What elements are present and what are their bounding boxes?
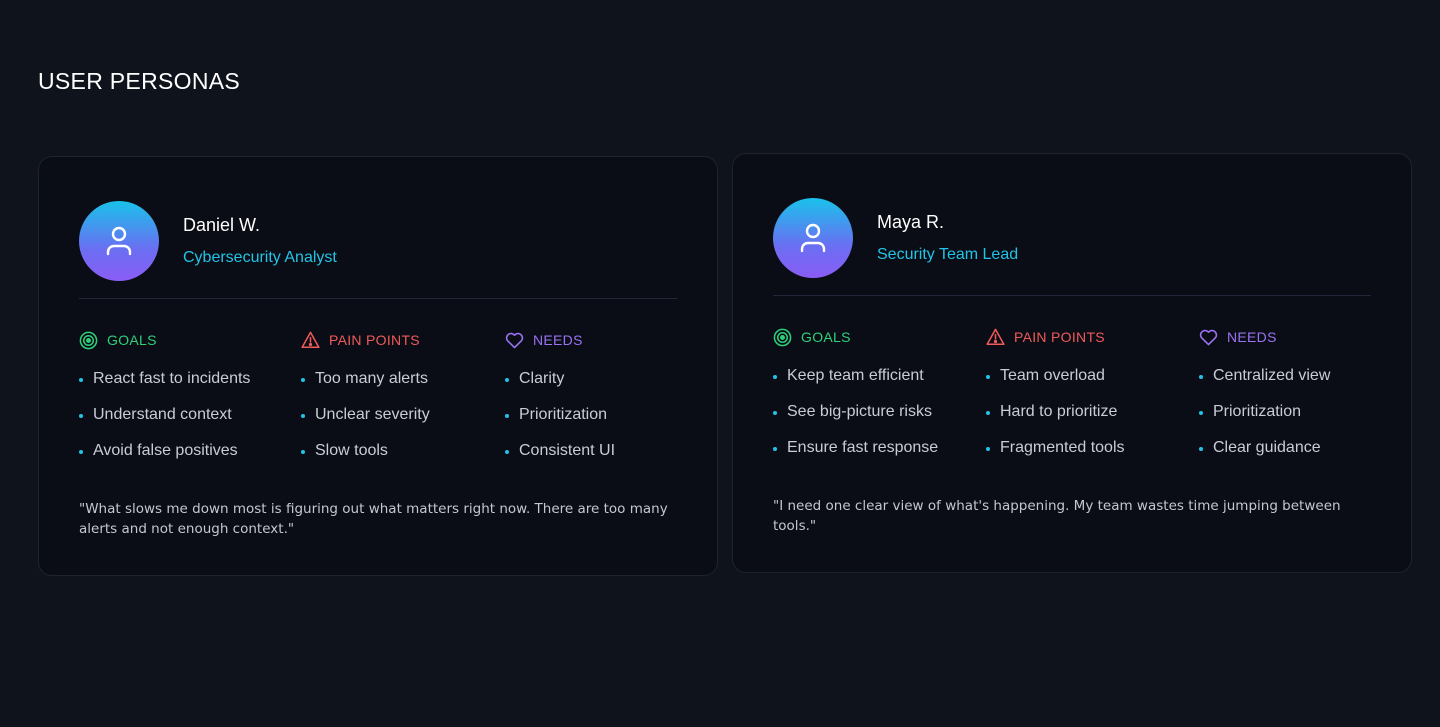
persona-header: Daniel W. Cybersecurity Analyst — [79, 201, 337, 281]
persona-role: Security Team Lead — [877, 246, 1019, 263]
persona-header: Maya R. Security Team Lead — [773, 198, 1018, 278]
user-icon — [106, 226, 132, 256]
pain-points-label: PAIN POINTS — [1014, 329, 1105, 345]
page-title: USER PERSONAS — [38, 68, 241, 94]
heart-icon — [505, 332, 524, 348]
pain-item: Fragmented tools — [986, 439, 1125, 475]
persona-name: Maya R. — [877, 212, 945, 232]
pain-points-label: PAIN POINTS — [329, 332, 420, 348]
persona-quote: "I need one clear view of what's happeni… — [773, 498, 1341, 534]
persona-card-maya: Maya R. Security Team Lead GOALS Keep te… — [732, 153, 1412, 573]
goal-item: Ensure fast response — [773, 439, 938, 475]
goal-item: Avoid false positives — [79, 442, 250, 478]
pain-points-column: PAIN POINTS Too many alerts Unclear seve… — [301, 329, 430, 478]
goal-item: React fast to incidents — [79, 370, 250, 406]
need-item: Clear guidance — [1199, 439, 1330, 475]
user-icon — [800, 223, 826, 253]
avatar — [773, 198, 853, 278]
target-icon — [773, 328, 792, 346]
needs-label: NEEDS — [1227, 329, 1277, 345]
pain-item: Too many alerts — [301, 370, 430, 406]
divider — [79, 298, 677, 299]
need-item: Consistent UI — [505, 442, 615, 478]
need-item: Centralized view — [1199, 367, 1330, 403]
warning-icon — [301, 331, 320, 349]
divider — [773, 295, 1371, 296]
target-icon — [79, 331, 98, 349]
pain-points-column: PAIN POINTS Team overload Hard to priori… — [986, 326, 1125, 475]
pain-item: Hard to prioritize — [986, 403, 1125, 439]
goal-item: See big-picture risks — [773, 403, 938, 439]
needs-column: NEEDS Centralized view Prioritization Cl… — [1199, 326, 1330, 475]
goals-label: GOALS — [107, 332, 157, 348]
goals-column: GOALS Keep team efficient See big-pictur… — [773, 326, 938, 475]
warning-icon — [986, 328, 1005, 346]
need-item: Clarity — [505, 370, 615, 406]
pain-item: Slow tools — [301, 442, 430, 478]
persona-name: Daniel W. — [183, 215, 261, 235]
goal-item: Keep team efficient — [773, 367, 938, 403]
persona-card-daniel: Daniel W. Cybersecurity Analyst GOALS Re… — [38, 156, 718, 576]
goals-column: GOALS React fast to incidents Understand… — [79, 329, 250, 478]
goals-label: GOALS — [801, 329, 851, 345]
pain-item: Unclear severity — [301, 406, 430, 442]
goal-item: Understand context — [79, 406, 250, 442]
persona-role: Cybersecurity Analyst — [183, 249, 337, 266]
need-item: Prioritization — [505, 406, 615, 442]
needs-column: NEEDS Clarity Prioritization Consistent … — [505, 329, 615, 478]
pain-item: Team overload — [986, 367, 1125, 403]
avatar — [79, 201, 159, 281]
need-item: Prioritization — [1199, 403, 1330, 439]
persona-quote: "What slows me down most is figuring out… — [79, 501, 668, 537]
needs-label: NEEDS — [533, 332, 583, 348]
heart-icon — [1199, 329, 1218, 345]
